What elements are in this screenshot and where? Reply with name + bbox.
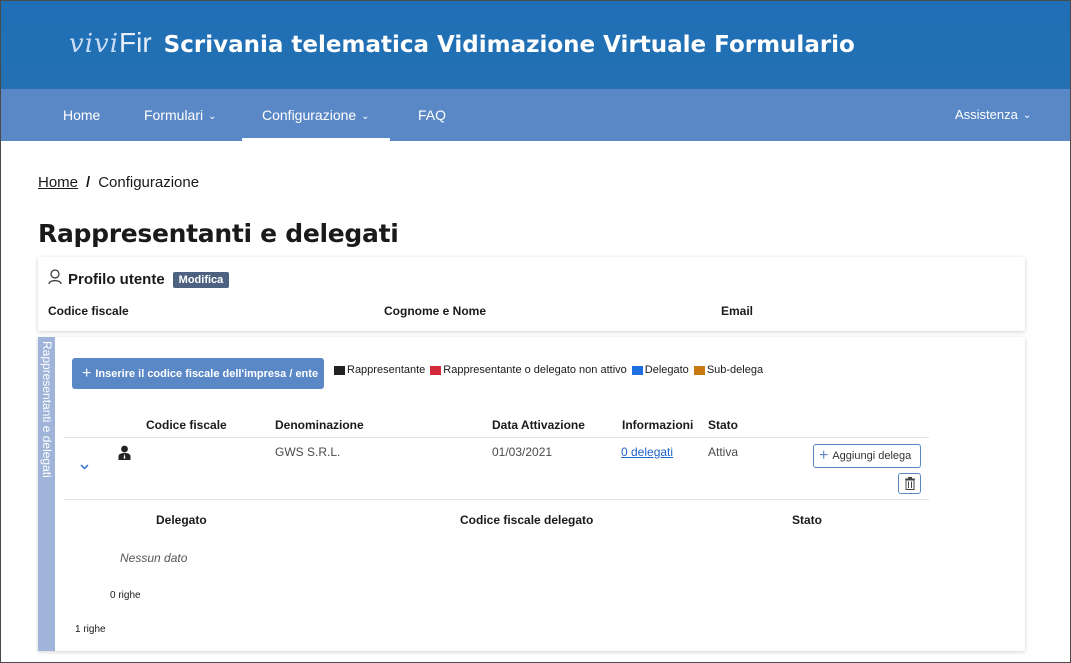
col-codice-fiscale: Codice fiscale — [48, 304, 129, 318]
plus-icon: + — [819, 447, 829, 464]
delegates-subtable: Delegato Codice fiscale delegato Stato N… — [64, 499, 929, 613]
logo-fir: Fir — [119, 27, 152, 58]
page-title: Rappresentanti e delegati — [38, 219, 399, 248]
brand[interactable]: vivi Fir Scrivania telematica Vidimazion… — [69, 27, 855, 59]
legend-label: Sub-delega — [706, 364, 764, 376]
legend-item: Sub-delega — [693, 364, 764, 376]
nav-faq[interactable]: FAQ — [418, 89, 446, 141]
legend-item: Rappresentante o delegato non attivo — [430, 364, 627, 376]
main-nav: Home Formulari ⌄ Configurazione ⌄ FAQ Assi… — [1, 89, 1070, 141]
legend-swatch — [693, 365, 705, 375]
logo-vivi: vivi — [69, 29, 120, 59]
user-icon — [48, 269, 62, 290]
legend-swatch — [430, 365, 442, 375]
insert-company-label: Inserire il codice fiscale dell'impresa … — [95, 367, 319, 380]
profile-label: Profilo utente — [68, 271, 165, 288]
legend-swatch — [631, 365, 643, 375]
legend-swatch — [334, 365, 345, 375]
nav-assistenza[interactable]: Assistenza ⌄ — [955, 89, 1031, 141]
th-informazioni: Informazioni — [622, 418, 694, 432]
cell-denominazione: GWS S.R.L. — [275, 445, 341, 459]
breadcrumb: Home / Configurazione — [38, 174, 199, 191]
add-delega-button[interactable]: + Aggiungi delega — [813, 444, 921, 468]
legend-item: Rappresentante — [334, 364, 425, 376]
side-tab-label: Rappresentanti e delegati — [40, 341, 54, 478]
th-sub-stato: Stato — [792, 513, 822, 527]
profile-card: Profilo utente Modifica Codice fiscale C… — [38, 257, 1025, 331]
col-email: Email — [721, 304, 754, 318]
subtable-divider — [64, 499, 929, 500]
representative-icon — [117, 445, 132, 460]
nav-assistenza-label: Assistenza — [955, 107, 1018, 122]
trash-icon — [904, 477, 916, 495]
nav-configurazione-label: Configurazione — [262, 107, 357, 123]
nav-formulari[interactable]: Formulari ⌄ — [144, 89, 217, 141]
cell-stato: Attiva — [708, 445, 739, 459]
legend: Rappresentante Rappresentante o delegato… — [334, 364, 768, 376]
delegates-panel: Rappresentanti e delegati + Inserire il … — [38, 337, 1025, 651]
legend-label: Rappresentante o delegato non attivo — [443, 364, 627, 376]
nav-configurazione[interactable]: Configurazione ⌄ — [242, 89, 390, 141]
th-codice-fiscale: Codice fiscale — [146, 418, 227, 432]
chevron-down-icon: ⌄ — [1022, 110, 1032, 121]
add-delega-label: Aggiungi delega — [832, 450, 912, 462]
breadcrumb-current: Configurazione — [98, 174, 200, 191]
expand-row-chevron-icon[interactable] — [80, 461, 89, 473]
nav-formulari-label: Formulari — [144, 107, 204, 123]
nav-home-label: Home — [63, 107, 101, 123]
breadcrumb-home-link[interactable]: Home — [38, 174, 78, 191]
th-stato: Stato — [708, 418, 738, 432]
subtable-row-count: 0 righe — [110, 590, 141, 601]
plus-icon: + — [82, 364, 92, 382]
legend-label: Delegato — [644, 364, 689, 376]
th-denominazione: Denominazione — [275, 418, 364, 432]
col-cognome-nome: Cognome e Nome — [384, 304, 487, 318]
app-title: Scrivania telematica Vidimazione Virtual… — [163, 32, 855, 58]
insert-company-button[interactable]: + Inserire il codice fiscale dell'impres… — [72, 358, 324, 389]
chevron-down-icon: ⌄ — [208, 111, 217, 122]
nav-faq-label: FAQ — [418, 107, 447, 123]
legend-label: Rappresentante — [347, 364, 426, 376]
side-tab[interactable]: Rappresentanti e delegati — [38, 337, 55, 651]
legend-item: Delegato — [631, 364, 689, 376]
th-data-attivazione: Data Attivazione — [492, 418, 585, 432]
breadcrumb-separator: / — [86, 174, 91, 191]
th-delegato: Delegato — [156, 513, 207, 527]
delete-button[interactable] — [898, 473, 921, 494]
app-header: vivi Fir Scrivania telematica Vidimazion… — [1, 1, 1070, 89]
cell-data-attivazione: 01/03/2021 — [492, 445, 553, 459]
table-divider — [64, 437, 929, 438]
chevron-down-icon: ⌄ — [361, 111, 370, 122]
nav-home[interactable]: Home — [63, 89, 100, 141]
delegati-link[interactable]: 0 delegati — [621, 445, 673, 459]
table-row-count: 1 righe — [75, 624, 106, 635]
th-codice-fiscale-delegato: Codice fiscale delegato — [460, 513, 594, 527]
profile-header: Profilo utente Modifica — [48, 269, 230, 290]
empty-state: Nessun dato — [120, 551, 188, 565]
edit-profile-button[interactable]: Modifica — [172, 271, 230, 288]
